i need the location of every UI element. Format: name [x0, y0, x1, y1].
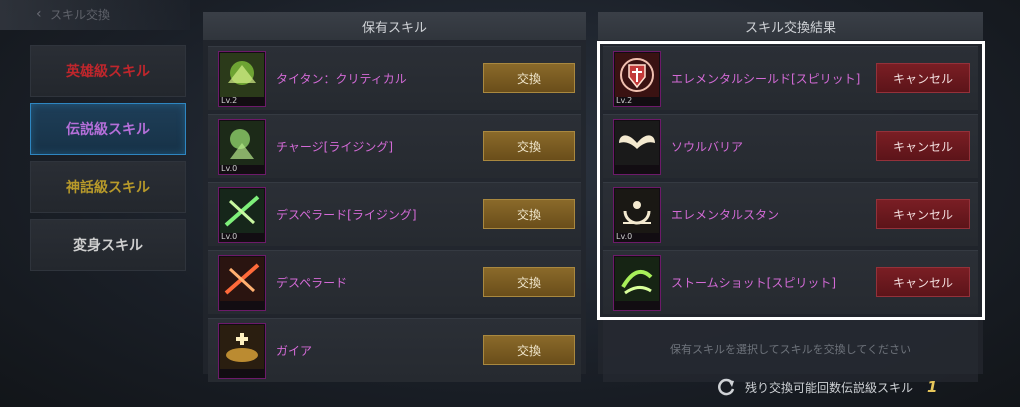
exchange-button[interactable]: 交換 [483, 335, 575, 365]
sidebar-item-label: 英雄級スキル [66, 64, 150, 80]
skill-grade-sidebar: 英雄級スキル 伝説級スキル 神話級スキル 変身スキル [30, 45, 186, 277]
skill-name: ソウルバリア [671, 140, 744, 154]
desperado-rising-icon: Lv.0 [218, 187, 266, 243]
elemental-shield-icon: Lv.2 [613, 51, 661, 107]
skill-level: Lv.0 [221, 164, 238, 173]
exchange-result-header: スキル交換結果 [598, 12, 983, 40]
owned-skill-row[interactable]: Lv.0 チャージ[ライジング] 交換 [208, 114, 581, 178]
sidebar-item-label: 変身スキル [73, 238, 143, 254]
owned-skill-row[interactable]: Lv.0 デスペラード[ライジング] 交換 [208, 182, 581, 246]
remaining-exchange-label: 残り交換可能回数伝説級スキル [745, 380, 914, 395]
sidebar-item-label: 伝説級スキル [66, 122, 150, 138]
owned-skills-panel: 保有スキル Lv.2 タイタン：クリティカル 交換 Lv.0 チャージ[ライジン… [203, 12, 586, 382]
owned-skill-row[interactable]: Lv.2 タイタン：クリティカル 交換 [208, 46, 581, 110]
sidebar-item-hero[interactable]: 英雄級スキル [30, 45, 186, 97]
owned-skill-row[interactable]: ガイア 交換 [208, 318, 581, 382]
owned-skill-row[interactable]: デスペラード 交換 [208, 250, 581, 314]
exchange-button[interactable]: 交換 [483, 267, 575, 297]
storm-shot-icon [613, 255, 661, 311]
exchange-button[interactable]: 交換 [483, 63, 575, 93]
skill-name: チャージ[ライジング] [276, 140, 394, 154]
exchange-button[interactable]: 交換 [483, 131, 575, 161]
cancel-button[interactable]: キャンセル [876, 267, 970, 297]
skill-name: デスペラード [276, 276, 348, 290]
result-skill-row[interactable]: Lv.2 エレメンタルシールド[スピリット] キャンセル [603, 46, 978, 110]
titan-critical-icon: Lv.2 [218, 51, 266, 107]
cancel-button[interactable]: キャンセル [876, 63, 970, 93]
sidebar-item-myth[interactable]: 神話級スキル [30, 161, 186, 213]
refresh-icon [718, 378, 735, 396]
skill-name: タイタン：クリティカル [276, 72, 407, 86]
remaining-exchange-info: 残り交換可能回数伝説級スキル 1 [715, 376, 937, 398]
back-arrow-icon[interactable]: ‹ [36, 6, 42, 22]
cancel-button[interactable]: キャンセル [876, 131, 970, 161]
charge-rising-icon: Lv.0 [218, 119, 266, 175]
skill-level: Lv.2 [221, 96, 238, 105]
skill-level: Lv.2 [616, 96, 633, 105]
sidebar-item-legend[interactable]: 伝説級スキル [30, 103, 186, 155]
exchange-hint: 保有スキルを選択してスキルを交換してください [669, 343, 911, 356]
elemental-stun-icon: Lv.0 [613, 187, 661, 243]
owned-skills-header: 保有スキル [203, 12, 586, 40]
skill-name: ガイア [276, 344, 313, 358]
cancel-button[interactable]: キャンセル [876, 199, 970, 229]
exchange-result-panel: スキル交換結果 Lv.2 エレメンタルシールド[スピリット] キャンセル ソウル… [598, 12, 983, 382]
skill-name: ストームショット[スピリット] [671, 276, 837, 290]
skill-level: Lv.0 [221, 232, 238, 241]
result-skill-row[interactable]: ストームショット[スピリット] キャンセル [603, 250, 978, 314]
skill-name: デスペラード[ライジング] [276, 208, 417, 222]
page-title: スキル交換 [50, 8, 111, 22]
skill-level: Lv.0 [616, 232, 633, 241]
skill-name: エレメンタルシールド[スピリット] [671, 72, 861, 86]
result-skill-row[interactable]: Lv.0 エレメンタルスタン キャンセル [603, 182, 978, 246]
sidebar-item-transform[interactable]: 変身スキル [30, 219, 186, 271]
exchange-button[interactable]: 交換 [483, 199, 575, 229]
result-skill-row[interactable]: ソウルバリア キャンセル [603, 114, 978, 178]
top-bar: ‹ スキル交換 [0, 0, 190, 30]
skill-name: エレメンタルスタン [671, 208, 780, 222]
remaining-exchange-count: 1 [927, 378, 938, 396]
desperado-icon [218, 255, 266, 311]
sidebar-item-label: 神話級スキル [66, 180, 150, 196]
soul-barrier-icon [613, 119, 661, 175]
gaia-icon [218, 323, 266, 379]
